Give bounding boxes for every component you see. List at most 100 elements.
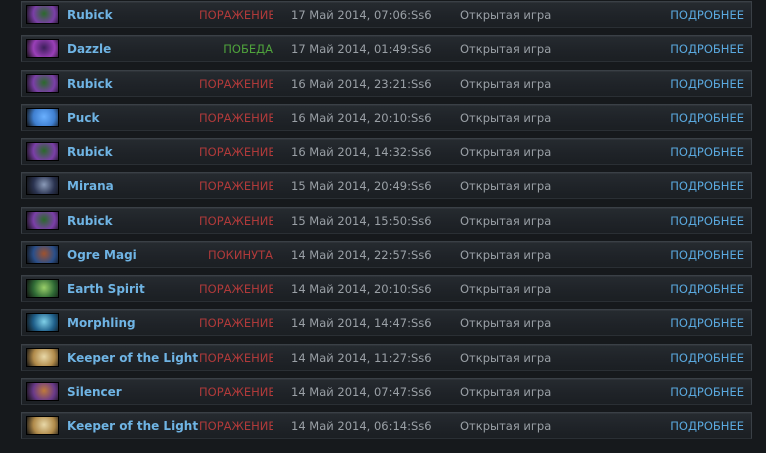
- match-date: 16 Май 2014, 23:21:Ss6: [291, 76, 432, 91]
- match-date: 17 Май 2014, 01:49:Ss6: [291, 42, 432, 57]
- match-result: ПОРАЖЕНИЕ: [199, 316, 273, 331]
- match-row[interactable]: Silencer ПОРАЖЕНИЕ 14 Май 2014, 07:47:Ss…: [21, 377, 752, 405]
- mirana-portrait-icon: [26, 176, 59, 196]
- rubick-portrait-icon-art: [27, 74, 58, 92]
- details-link[interactable]: ПОДРОБНЕЕ: [670, 77, 744, 91]
- match-row[interactable]: Rubick ПОРАЖЕНИЕ 16 Май 2014, 23:21:Ss6 …: [21, 69, 752, 97]
- hero-name[interactable]: Rubick: [67, 77, 113, 91]
- keeper-of-the-light-portrait-icon-art: [27, 417, 58, 434]
- details-link[interactable]: ПОДРОБНЕЕ: [670, 179, 744, 193]
- rubick-portrait-icon-art: [27, 143, 58, 160]
- details-link[interactable]: ПОДРОБНЕЕ: [670, 145, 744, 159]
- ogre-magi-portrait-icon: [26, 244, 59, 264]
- match-date: 14 Май 2014, 11:27:Ss6: [291, 350, 432, 365]
- hero-name[interactable]: Puck: [67, 111, 99, 125]
- match-row[interactable]: Morphling ПОРАЖЕНИЕ 14 Май 2014, 14:47:S…: [21, 309, 752, 337]
- hero-name[interactable]: Rubick: [67, 214, 113, 228]
- hero-name[interactable]: Mirana: [67, 179, 114, 193]
- match-date: 16 Май 2014, 20:10:Ss6: [291, 110, 432, 125]
- match-result: ПОРАЖЕНИЕ: [199, 419, 273, 433]
- rubick-portrait-icon-art: [27, 211, 58, 229]
- match-date: 17 Май 2014, 07:06:Ss6: [291, 8, 432, 22]
- hero-name[interactable]: Rubick: [67, 145, 113, 159]
- match-date: 14 Май 2014, 07:47:Ss6: [291, 384, 432, 399]
- game-mode: Открытая игра: [460, 384, 552, 399]
- puck-portrait-icon: [26, 107, 59, 127]
- game-mode: Открытая игра: [460, 8, 552, 22]
- silencer-portrait-icon-art: [27, 382, 58, 400]
- match-row[interactable]: Keeper of the Light ПОРАЖЕНИЕ 14 Май 201…: [21, 412, 752, 439]
- game-mode: Открытая игра: [460, 316, 552, 331]
- game-mode: Открытая игра: [460, 350, 552, 365]
- details-link[interactable]: ПОДРОБНЕЕ: [670, 111, 744, 125]
- morphling-portrait-icon-art: [27, 314, 58, 332]
- match-result: ПОРАЖЕНИЕ: [199, 145, 273, 159]
- match-date: 14 Май 2014, 14:47:Ss6: [291, 316, 432, 331]
- match-result: ПОРАЖЕНИЕ: [199, 350, 273, 365]
- details-link[interactable]: ПОДРОБНЕЕ: [670, 214, 744, 228]
- match-row[interactable]: Keeper of the Light ПОРАЖЕНИЕ 14 Май 201…: [21, 343, 752, 371]
- game-mode: Открытая игра: [460, 247, 552, 262]
- hero-name[interactable]: Keeper of the Light: [67, 351, 198, 365]
- details-link[interactable]: ПОДРОБНЕЕ: [670, 351, 744, 365]
- match-row[interactable]: Ogre Magi ПОКИНУТА 14 Май 2014, 22:57:Ss…: [21, 240, 752, 268]
- mirana-portrait-icon-art: [27, 177, 58, 195]
- match-row[interactable]: Puck ПОРАЖЕНИЕ 16 Май 2014, 20:10:Ss6 От…: [21, 103, 752, 131]
- ogre-magi-portrait-icon-art: [27, 245, 58, 263]
- match-row[interactable]: Rubick ПОРАЖЕНИЕ 16 Май 2014, 14:32:Ss6 …: [21, 138, 752, 165]
- match-date: 16 Май 2014, 14:32:Ss6: [291, 145, 432, 159]
- rubick-portrait-icon-art: [27, 6, 58, 23]
- earth-spirit-portrait-icon: [26, 279, 59, 298]
- rubick-portrait-icon: [26, 142, 59, 161]
- details-link[interactable]: ПОДРОБНЕЕ: [670, 248, 744, 262]
- game-mode: Открытая игра: [460, 110, 552, 125]
- details-link[interactable]: ПОДРОБНЕЕ: [670, 8, 744, 22]
- match-row[interactable]: Rubick ПОРАЖЕНИЕ 15 Май 2014, 15:50:Ss6 …: [21, 206, 752, 234]
- dazzle-portrait-icon-art: [27, 40, 58, 58]
- details-link[interactable]: ПОДРОБНЕЕ: [670, 316, 744, 330]
- match-row[interactable]: Rubick ПОРАЖЕНИЕ 17 Май 2014, 07:06:Ss6 …: [21, 1, 752, 28]
- match-result: ПОКИНУТА: [207, 247, 273, 262]
- game-mode: Открытая игра: [460, 213, 552, 228]
- hero-name[interactable]: Silencer: [67, 385, 122, 399]
- match-result: ПОРАЖЕНИЕ: [199, 282, 273, 296]
- details-link[interactable]: ПОДРОБНЕЕ: [670, 385, 744, 399]
- match-result: ПОРАЖЕНИЕ: [199, 76, 273, 91]
- hero-name[interactable]: Rubick: [67, 8, 113, 22]
- game-mode: Открытая игра: [460, 145, 552, 159]
- hero-name[interactable]: Keeper of the Light: [67, 419, 198, 433]
- rubick-portrait-icon: [26, 73, 59, 93]
- details-link[interactable]: ПОДРОБНЕЕ: [670, 282, 744, 296]
- game-mode: Открытая игра: [460, 42, 552, 57]
- match-date: 14 Май 2014, 22:57:Ss6: [291, 247, 432, 262]
- silencer-portrait-icon: [26, 381, 59, 401]
- match-result: ПОРАЖЕНИЕ: [199, 384, 273, 399]
- match-result: ПОРАЖЕНИЕ: [199, 8, 273, 22]
- game-mode: Открытая игра: [460, 282, 552, 296]
- match-result: ПОБЕДА: [223, 42, 273, 57]
- rubick-portrait-icon: [26, 5, 59, 24]
- rubick-portrait-icon: [26, 210, 59, 230]
- match-history-list: Rubick ПОРАЖЕНИЕ 17 Май 2014, 07:06:Ss6 …: [0, 0, 766, 453]
- game-mode: Открытая игра: [460, 76, 552, 91]
- hero-name[interactable]: Ogre Magi: [67, 248, 137, 262]
- match-date: 15 Май 2014, 20:49:Ss6: [291, 179, 432, 194]
- keeper-of-the-light-portrait-icon: [26, 416, 59, 435]
- match-row[interactable]: Dazzle ПОБЕДА 17 Май 2014, 01:49:Ss6 Отк…: [21, 35, 752, 63]
- match-result: ПОРАЖЕНИЕ: [199, 213, 273, 228]
- hero-name[interactable]: Earth Spirit: [67, 282, 145, 296]
- match-row[interactable]: Mirana ПОРАЖЕНИЕ 15 Май 2014, 20:49:Ss6 …: [21, 172, 752, 200]
- details-link[interactable]: ПОДРОБНЕЕ: [670, 42, 744, 56]
- match-date: 15 Май 2014, 15:50:Ss6: [291, 213, 432, 228]
- puck-portrait-icon-art: [27, 108, 58, 126]
- details-link[interactable]: ПОДРОБНЕЕ: [670, 419, 744, 433]
- dazzle-portrait-icon: [26, 39, 59, 59]
- game-mode: Открытая игра: [460, 419, 552, 433]
- hero-name[interactable]: Morphling: [67, 316, 136, 330]
- game-mode: Открытая игра: [460, 179, 552, 194]
- hero-name[interactable]: Dazzle: [67, 42, 111, 56]
- match-row[interactable]: Earth Spirit ПОРАЖЕНИЕ 14 Май 2014, 20:1…: [21, 275, 752, 302]
- match-result: ПОРАЖЕНИЕ: [199, 179, 273, 194]
- keeper-of-the-light-portrait-icon: [26, 347, 59, 367]
- earth-spirit-portrait-icon-art: [27, 280, 58, 297]
